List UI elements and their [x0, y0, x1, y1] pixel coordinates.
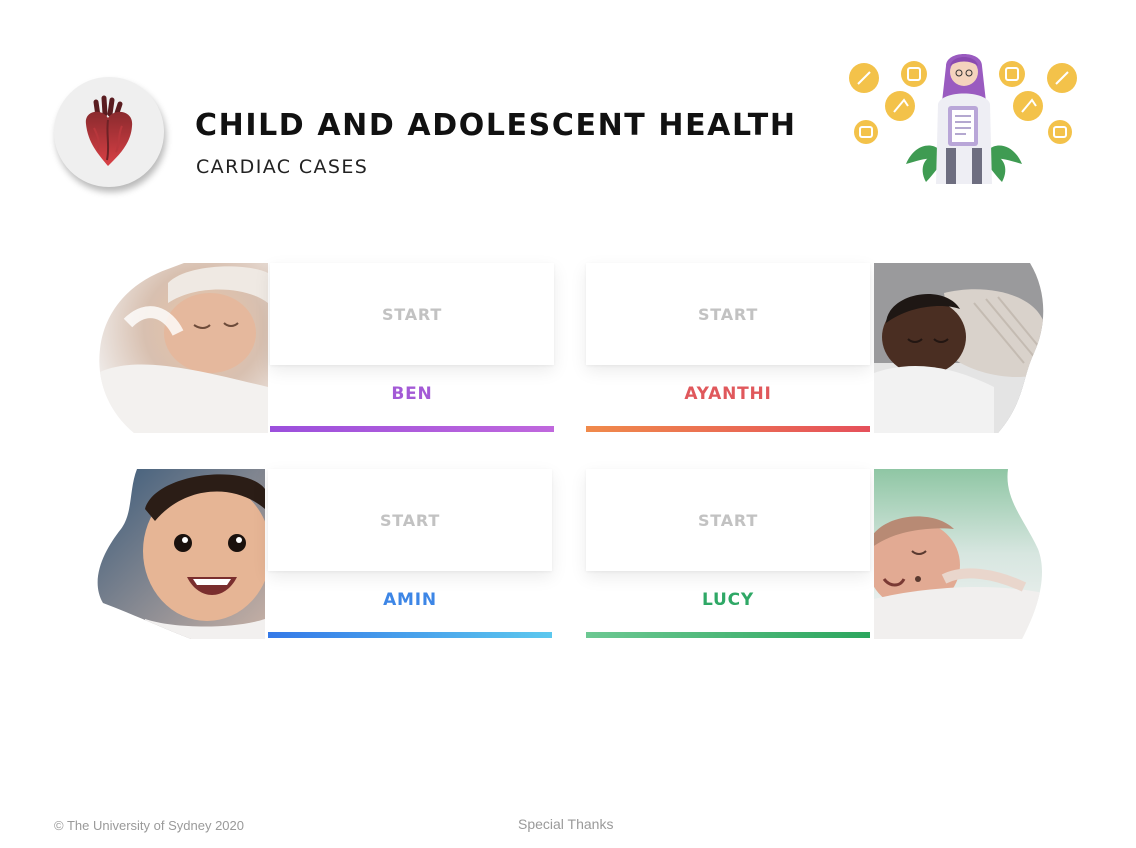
case-ayanthi-start-button[interactable]: START [586, 263, 870, 365]
case-ben-start-button[interactable]: START [270, 263, 554, 365]
heart-logo [54, 77, 164, 187]
case-lucy-name: LUCY [701, 590, 755, 610]
case-ayanthi-name: AYANTHI [684, 384, 772, 404]
case-ben-bar [270, 426, 554, 432]
case-lucy-start-button[interactable]: START [586, 469, 870, 571]
case-ayanthi-photo [874, 263, 1044, 433]
heart-icon [85, 95, 133, 166]
case-amin-photo [97, 469, 265, 639]
case-ben-photo [99, 263, 268, 433]
case-lucy-photo [874, 469, 1043, 639]
case-ben-name: BEN [391, 384, 433, 404]
doctor-illustration [849, 54, 1077, 184]
case-lucy-bar [586, 632, 870, 638]
case-ayanthi-bar [586, 426, 870, 432]
page-title: CHILD AND ADOLESCENT HEALTH [195, 108, 797, 143]
copyright-text: © The University of Sydney 2020 [54, 818, 244, 833]
case-amin-name: AMIN [383, 590, 437, 610]
page-subtitle: CARDIAC CASES [196, 156, 369, 178]
case-amin-bar [268, 632, 552, 638]
case-amin-start-button[interactable]: START [268, 469, 552, 571]
special-thanks-link[interactable]: Special Thanks [518, 816, 613, 832]
